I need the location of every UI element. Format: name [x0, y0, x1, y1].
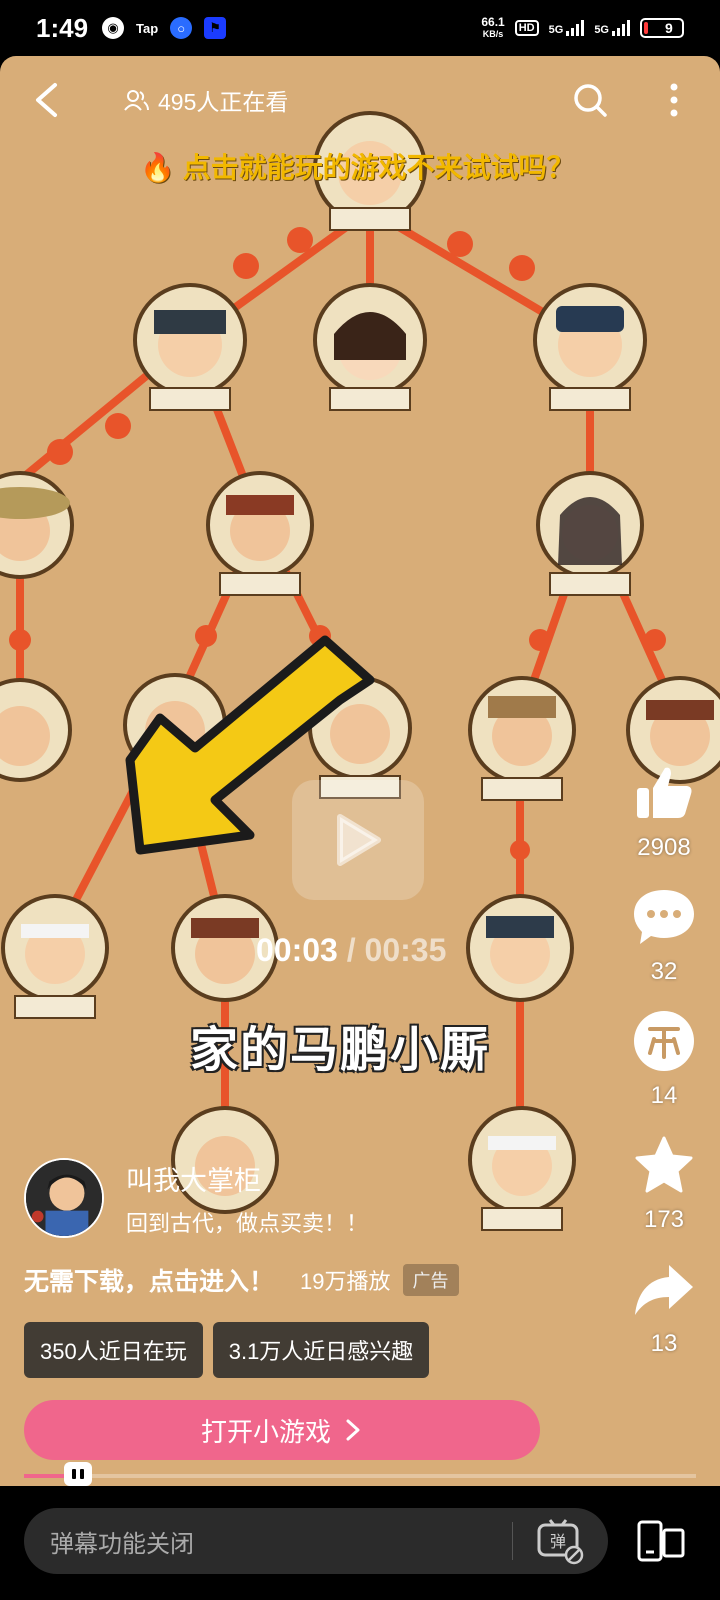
tap-icon: Tap — [136, 20, 159, 36]
back-arrow-icon — [36, 83, 57, 117]
promo-row: 无需下载，点击进入！ 19万播放 广告 — [24, 1262, 459, 1298]
top-right-actions — [568, 78, 696, 122]
share-icon — [631, 1256, 697, 1322]
favorite-button[interactable]: 173 — [631, 1132, 697, 1234]
video-title: 🔥 点击就能玩的游戏不来试试吗？ — [140, 146, 575, 186]
danmu-divider — [512, 1522, 513, 1560]
signal-2-label: 5G — [594, 24, 609, 36]
recent-interest-chip[interactable]: 3.1万人近日感兴趣 — [212, 1322, 430, 1378]
star-icon — [631, 1132, 697, 1198]
play-count: 19万播放 — [300, 1269, 391, 1294]
fire-icon: 🔥 — [140, 152, 183, 183]
rotate-screen-icon — [637, 1520, 685, 1562]
status-time: 1:49 — [36, 12, 89, 43]
avatar-image — [26, 1160, 102, 1236]
danmu-input[interactable]: 弹幕功能关闭 弹 — [24, 1508, 608, 1574]
author-info[interactable]: 叫我大掌柜 回到古代，做点买卖！！ — [24, 1158, 368, 1238]
coin-button[interactable]: 14 — [631, 1008, 697, 1110]
back-button[interactable] — [24, 78, 68, 122]
comment-button[interactable]: 32 — [631, 884, 697, 986]
avatar[interactable] — [24, 1158, 104, 1238]
fullscreen-rotate-button[interactable] — [636, 1516, 686, 1566]
play-icon — [337, 814, 381, 866]
battery-level: 9 — [665, 20, 673, 36]
share-count: 13 — [650, 1330, 678, 1357]
more-button[interactable] — [652, 78, 696, 122]
coin-count: 14 — [650, 1082, 678, 1109]
danmu-toggle-button[interactable]: 弹 — [536, 1517, 584, 1565]
danmu-off-icon: 弹 — [537, 1519, 584, 1565]
total-time: / 00:35 — [346, 932, 447, 968]
signal-bars-icon — [566, 20, 585, 36]
play-button[interactable] — [292, 780, 424, 900]
coin-icon — [631, 1008, 697, 1074]
action-column: 2908 32 14 173 13 — [628, 760, 700, 1380]
viewers-icon — [124, 90, 149, 111]
stat-chips: 350人近日在玩 3.1万人近日感兴趣 — [24, 1322, 430, 1378]
thumbs-up-icon — [631, 760, 697, 826]
author-description: 回到古代，做点买卖！！ — [126, 1210, 369, 1236]
recent-players-chip[interactable]: 350人近日在玩 — [24, 1322, 203, 1378]
video-progress-bar[interactable] — [24, 1462, 696, 1486]
signal-2: 5G — [594, 20, 630, 36]
net-speed: 66.1 KB/s — [481, 16, 504, 40]
open-mini-game-button[interactable]: 打开小游戏 — [24, 1400, 540, 1460]
viewer-count: 495人正在看 — [122, 83, 288, 117]
location-icon: ◉ — [102, 17, 125, 39]
blue-circle-icon: ○ — [170, 17, 193, 39]
author-name[interactable]: 叫我大掌柜 — [126, 1159, 368, 1198]
signal-bars-icon — [612, 20, 630, 36]
hd-badge: HD — [514, 20, 539, 36]
like-count: 2908 — [637, 834, 691, 861]
race-icon: ⚑ — [204, 17, 227, 39]
net-speed-unit: KB/s — [482, 29, 504, 39]
ad-badge: 广告 — [402, 1264, 459, 1296]
comment-icon — [631, 884, 697, 950]
net-speed-value: 66.1 — [481, 15, 505, 29]
author-text: 叫我大掌柜 回到古代，做点买卖！！ — [126, 1159, 368, 1238]
battery-icon: 9 — [640, 18, 684, 38]
current-time: 00:03 — [256, 932, 338, 968]
like-button[interactable]: 2908 — [631, 760, 697, 862]
timecode: 00:03 / 00:35 — [256, 932, 446, 969]
progress-knob[interactable] — [64, 1462, 92, 1486]
comment-count: 32 — [650, 958, 678, 985]
top-bar: 495人正在看 — [0, 56, 720, 144]
search-button[interactable] — [568, 78, 612, 122]
video-title-text: 点击就能玩的游戏不来试试吗？ — [182, 152, 575, 183]
cta-text: 无需下载，点击进入！ — [24, 1268, 275, 1296]
share-button[interactable]: 13 — [631, 1256, 697, 1358]
battery-fill — [644, 22, 648, 34]
status-indicators: 66.1 KB/s HD 5G 5G 9 — [481, 16, 684, 40]
bottom-bar: 弹幕功能关闭 弹 — [0, 1486, 720, 1600]
video-subtitle: 家的马鹏小厮 — [190, 1024, 491, 1077]
signal-1-label: 5G — [548, 24, 564, 36]
favorite-count: 173 — [643, 1206, 685, 1233]
svg-text:弹: 弹 — [550, 1532, 566, 1551]
search-icon — [574, 84, 607, 117]
open-mini-game-label: 打开小游戏 — [200, 1416, 331, 1447]
signal-1: 5G — [549, 20, 585, 36]
danmu-placeholder: 弹幕功能关闭 — [50, 1530, 194, 1558]
more-vertical-icon — [670, 83, 678, 117]
status-bar: 1:49 ◉ Tap ○ ⚑ 66.1 KB/s HD 5G 5G 9 — [0, 0, 720, 56]
viewer-count-text: 495人正在看 — [158, 89, 289, 115]
chevron-right-icon — [346, 1419, 360, 1441]
